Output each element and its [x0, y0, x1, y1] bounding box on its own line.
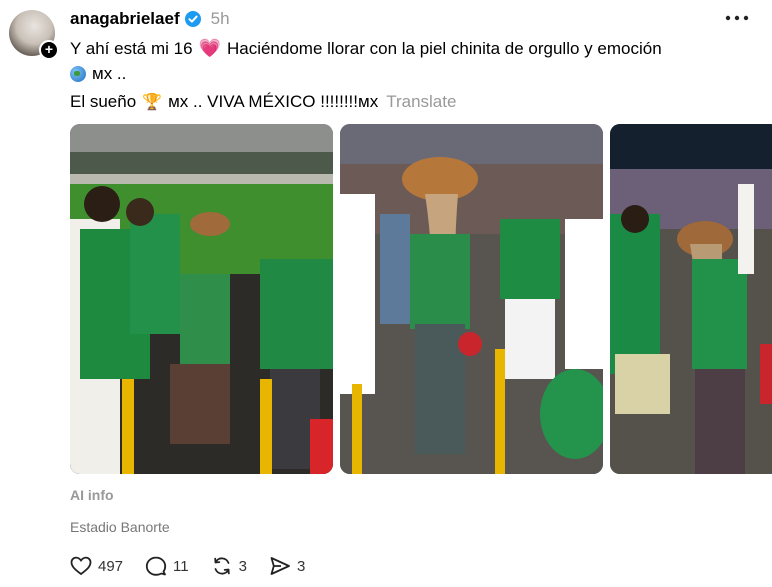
post-text-line-1: Y ahí está mi 16 💗 Haciéndome llorar con… [70, 38, 662, 59]
heart-icon [70, 556, 92, 576]
like-count: 497 [98, 557, 124, 575]
verified-icon [184, 11, 201, 27]
post-header: anagabrielaef 5h [70, 9, 230, 29]
like-button[interactable]: 497 [70, 556, 123, 576]
post-photo-1[interactable] [70, 124, 333, 474]
globe-icon [70, 66, 86, 82]
photo-carousel[interactable] [70, 124, 772, 474]
repost-icon [213, 557, 230, 575]
follow-plus-icon[interactable]: + [39, 40, 59, 60]
timestamp[interactable]: 5h [211, 9, 230, 29]
trophy-icon: 🏆 [142, 94, 163, 111]
location-label[interactable]: Estadio Banorte [70, 519, 170, 535]
reply-icon [145, 556, 167, 576]
post-text-part: ᴍx .. VIVA MÉXICO !!!!!!!!ᴍx [168, 92, 379, 111]
post-photo-3[interactable] [610, 124, 772, 474]
post-text-part: ᴍx .. [92, 64, 127, 83]
reply-button[interactable]: 11 [145, 556, 189, 576]
post-text-part: El sueño [70, 92, 137, 111]
post-text-part: Haciéndome llorar con la piel chinita de… [226, 38, 662, 58]
repost-button[interactable]: 3 [211, 556, 247, 576]
more-icon[interactable] [722, 9, 752, 27]
post-text-part: Y ahí está mi 16 [70, 38, 193, 58]
post-actions: 497 11 3 3 [70, 556, 327, 576]
share-icon [270, 557, 290, 575]
share-button[interactable]: 3 [269, 556, 305, 576]
repost-count: 3 [238, 557, 247, 575]
translate-link[interactable]: Translate [386, 92, 456, 112]
ai-info-label[interactable]: AI info [70, 487, 114, 503]
heart-emoji: 💗 [198, 38, 221, 58]
post-text-line-3: El sueño 🏆 ᴍx .. VIVA MÉXICO !!!!!!!!ᴍx … [70, 92, 456, 112]
post-text-line-2: ᴍx .. [70, 64, 126, 84]
username[interactable]: anagabrielaef [70, 9, 180, 29]
post-photo-2[interactable] [340, 124, 603, 474]
reply-count: 11 [173, 557, 189, 575]
share-count: 3 [296, 557, 306, 575]
